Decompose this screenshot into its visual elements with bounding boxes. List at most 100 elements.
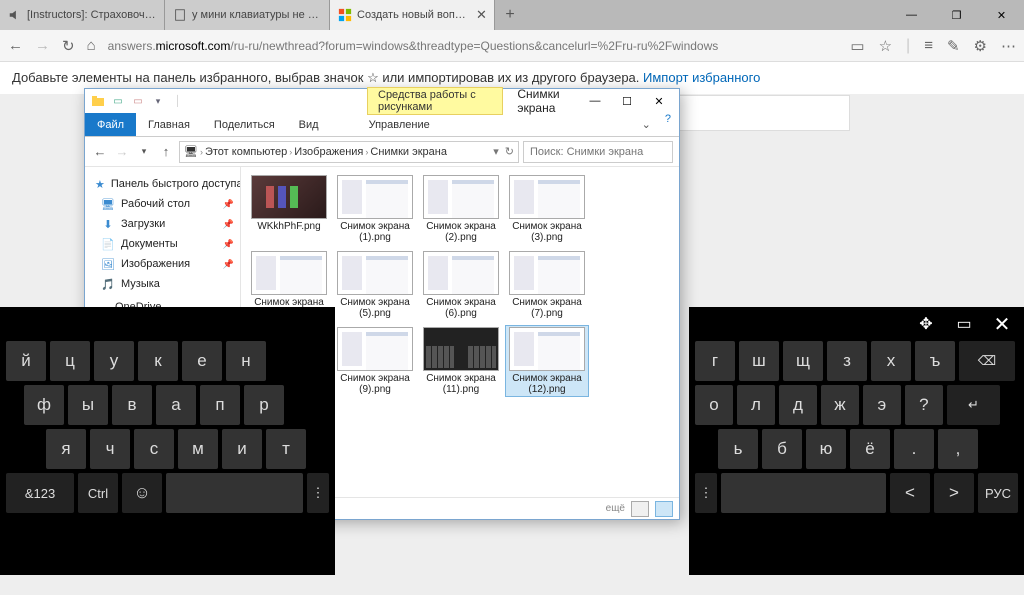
crumb[interactable]: Изображения <box>294 146 363 158</box>
nav-pane: ★Панель быстрого доступа 🖥Рабочий стол📌 … <box>85 167 241 497</box>
explorer-titlebar[interactable]: ▭ ▭ ▾ │ Средства работы с рисунками Сним… <box>85 89 679 113</box>
nav-history-icon[interactable]: ▾ <box>135 146 153 157</box>
folder-icon <box>89 92 107 110</box>
nav-back-button[interactable]: ← <box>91 144 109 159</box>
nav-quick-access[interactable]: ★Панель быстрого доступа <box>85 171 240 194</box>
file-item[interactable]: Снимок экрана (9).png <box>333 325 417 397</box>
qat-props-icon[interactable]: ▭ <box>109 92 127 110</box>
nav-desktop[interactable]: 🖥Рабочий стол📌 <box>85 194 240 214</box>
import-favorites-link[interactable]: Импорт избранного <box>643 70 760 85</box>
file-item[interactable]: Снимок экрана (8).png <box>247 325 331 397</box>
downloads-icon: ⬇ <box>101 217 115 231</box>
window-title: Снимки экрана <box>517 87 579 115</box>
file-name: Снимок экрана (9).png <box>335 373 415 395</box>
file-item[interactable]: Снимок экрана (5).png <box>333 249 417 321</box>
close-button[interactable]: ✕ <box>643 90 675 112</box>
file-item[interactable]: Снимок экрана (12).png <box>505 325 589 397</box>
file-item[interactable]: Снимок экрана (6).png <box>419 249 503 321</box>
tab-2[interactable]: Создать новый вопрос ✕ <box>330 0 495 30</box>
refresh-icon[interactable]: ↻ <box>505 145 514 158</box>
file-item[interactable]: Снимок экрана (1).png <box>333 173 417 245</box>
dropdown-icon[interactable]: ▾ <box>493 145 499 158</box>
file-item[interactable]: Снимок экрана (4).png <box>247 249 331 321</box>
pc-icon: 🖥 <box>95 323 109 337</box>
pictures-icon: 🖼 <box>101 257 115 271</box>
file-name: Снимок экрана (2).png <box>421 221 501 243</box>
nav-music[interactable]: 🎵Музыка <box>85 274 240 294</box>
file-name: WKkhPhF.png <box>257 221 320 232</box>
maximize-button[interactable]: ❐ <box>934 0 979 30</box>
file-thumbnail <box>423 175 499 219</box>
notes-icon[interactable]: ✎ <box>947 37 960 55</box>
back-button[interactable]: ← <box>8 37 23 54</box>
share-icon[interactable]: ⚙ <box>974 37 987 55</box>
nav-downloads[interactable]: ⬇Загрузки📌 <box>85 214 240 234</box>
file-name: Снимок экрана (8).png <box>249 373 329 395</box>
star-icon: ★ <box>95 177 105 191</box>
file-name: Снимок экрана (12).png <box>507 373 587 395</box>
file-thumbnail <box>251 327 327 371</box>
tab-bar: [Instructors]: Страховочный у мини клави… <box>0 0 1024 30</box>
qat-dropdown-icon[interactable]: ▾ <box>149 92 167 110</box>
nav-up-button[interactable]: ↑ <box>157 144 175 159</box>
file-explorer-window: ▭ ▭ ▾ │ Средства работы с рисунками Сним… <box>84 88 680 520</box>
close-button[interactable]: ✕ <box>979 0 1024 30</box>
qat-new-icon[interactable]: ▭ <box>129 92 147 110</box>
ribbon-share-tab[interactable]: Поделиться <box>202 113 287 136</box>
more-icon[interactable]: ⋯ <box>1001 37 1016 55</box>
file-item[interactable]: WKkhPhF.png <box>247 173 331 245</box>
icons-view-button[interactable] <box>655 501 673 517</box>
refresh-button[interactable]: ↻ <box>62 37 75 55</box>
nav-documents[interactable]: 📄Документы📌 <box>85 234 240 254</box>
page-icon <box>173 8 187 22</box>
home-button[interactable]: ⌂ <box>87 37 96 54</box>
new-tab-button[interactable]: + <box>495 0 525 30</box>
maximize-button[interactable]: ☐ <box>611 90 643 112</box>
file-thumbnail <box>337 327 413 371</box>
nav-onedrive[interactable]: ☁OneDrive <box>85 294 240 317</box>
ribbon-home-tab[interactable]: Главная <box>136 113 202 136</box>
tab-1[interactable]: у мини клавиатуры не изм <box>165 0 330 30</box>
window-controls: — ❐ ✕ <box>889 0 1024 30</box>
pin-icon: 📌 <box>223 219 234 230</box>
microsoft-icon <box>338 8 352 22</box>
hub-icon[interactable]: ≡ <box>924 37 933 54</box>
nav-pictures[interactable]: 🖼Изображения📌 <box>85 254 240 274</box>
file-name: Снимок экрана (1).png <box>335 221 415 243</box>
close-icon[interactable]: ✕ <box>476 7 486 23</box>
file-thumbnail <box>337 175 413 219</box>
details-view-button[interactable] <box>631 501 649 517</box>
file-item[interactable]: Снимок экрана (3).png <box>505 173 589 245</box>
file-name: Снимок экрана (5).png <box>335 297 415 319</box>
favorite-icon[interactable]: ☆ <box>879 37 892 55</box>
file-thumbnail <box>509 175 585 219</box>
documents-icon: 📄 <box>101 237 115 251</box>
file-name: Снимок экрана (7).png <box>507 297 587 319</box>
address-bar[interactable]: answers.microsoft.com/ru-ru/newthread?fo… <box>108 39 839 53</box>
ribbon-manage-tab[interactable]: Управление <box>357 113 442 136</box>
crumb[interactable]: Снимки экрана <box>370 146 447 158</box>
help-icon[interactable]: ? <box>657 113 679 136</box>
file-name: Снимок экрана (11).png <box>421 373 501 395</box>
minimize-button[interactable]: — <box>579 90 611 112</box>
search-input[interactable] <box>523 141 673 163</box>
minimize-button[interactable]: — <box>889 0 934 30</box>
volume-icon <box>8 8 22 22</box>
nav-forward-button[interactable]: → <box>113 144 131 159</box>
reading-view-icon[interactable]: ▭ <box>850 37 864 55</box>
breadcrumb[interactable]: 🖥 › Этот компьютер › Изображения › Снимк… <box>179 141 519 163</box>
file-item[interactable]: Снимок экрана (11).png <box>419 325 503 397</box>
forward-button[interactable]: → <box>35 37 50 54</box>
contextual-tab-label: Средства работы с рисунками <box>367 87 503 115</box>
file-item[interactable]: Снимок экрана (7).png <box>505 249 589 321</box>
crumb[interactable]: Этот компьютер <box>205 146 287 158</box>
file-grid[interactable]: WKkhPhF.pngСнимок экрана (1).pngСнимок э… <box>241 167 679 497</box>
file-item[interactable]: Снимок экрана (2).png <box>419 173 503 245</box>
tab-0[interactable]: [Instructors]: Страховочный <box>0 0 165 30</box>
ribbon-collapse-icon[interactable]: ⌄ <box>636 113 657 136</box>
ribbon-file-tab[interactable]: Файл <box>85 113 136 136</box>
ribbon-view-tab[interactable]: Вид <box>287 113 331 136</box>
desktop-icon: 🖥 <box>101 197 115 211</box>
file-thumbnail <box>251 251 327 295</box>
nav-thispc[interactable]: 🖥Этот компьютер <box>85 317 240 340</box>
